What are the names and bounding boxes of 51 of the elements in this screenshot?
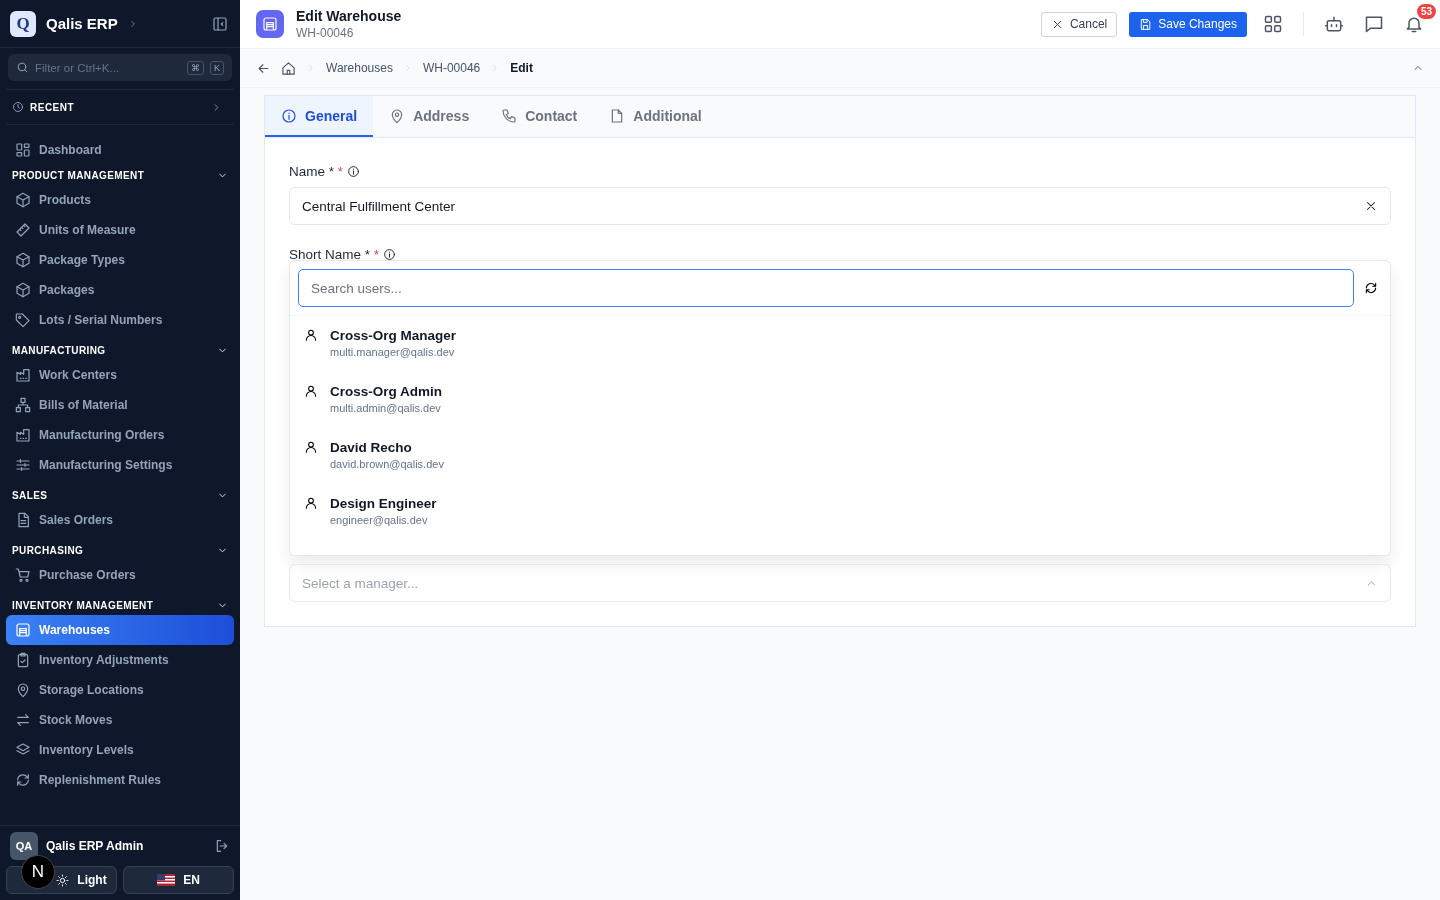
tab[interactable]: Contact [485,96,594,137]
language-button[interactable]: EN [123,866,234,894]
nav-item[interactable]: Lots / Serial Numbers [6,305,234,335]
field-label: Short Name * * [289,247,380,262]
tab[interactable]: Address [373,96,486,137]
name-field[interactable]: Central Fulfillment Center [289,187,1391,225]
nav-item[interactable]: Products [6,185,234,215]
search-field[interactable]: Search users... [298,269,1354,307]
app-name: Qalis ERP [46,15,118,32]
breadcrumb-link[interactable]: Warehouses [326,61,393,75]
user-option[interactable]: Cross-Org Admin multi.admin@qalis.dev [290,372,1390,428]
nav-item[interactable]: Replenishment Rules [6,765,234,795]
key-hint: ⌘ [187,60,204,75]
nav-item[interactable]: Purchase Orders [6,560,234,590]
tab[interactable]: Additional [593,96,718,137]
nav-item[interactable]: Stock Moves [6,705,234,735]
section-title: MANUFACTURING [12,344,106,356]
user-option[interactable]: David Recho david.brown@qalis.dev [290,428,1390,484]
recent-toggle[interactable]: RECENT [6,89,234,125]
breadcrumb-link[interactable]: WH-00046 [422,61,481,75]
nav-item[interactable]: Package Types [6,245,234,275]
section-title: INVENTORY MANAGEMENT [12,599,154,611]
nav-item[interactable]: Warehouses [6,615,234,645]
nav-item[interactable]: Inventory Adjustments [6,645,234,675]
breadcrumb-link[interactable]: Edit [510,61,533,75]
field-label: Name * * [289,164,344,179]
nav-item[interactable]: Manufacturing Settings [6,450,234,480]
nav-item[interactable]: Dashboard [6,135,234,165]
section-title: SALES [12,489,48,501]
nav-item[interactable]: Units of Measure [6,215,234,245]
tab[interactable]: General [265,96,374,137]
cancel-button[interactable]: Cancel [1040,11,1118,37]
notification-count: 53 [1416,4,1436,19]
nav-item[interactable]: Work Centers [6,360,234,390]
nav-item[interactable]: Packages [6,275,234,305]
filter-field[interactable]: Filter or Ctrl+K... ⌘ K [8,54,232,81]
nav-item[interactable]: Sales Orders [6,505,234,535]
nav-item[interactable]: Storage Locations [6,675,234,705]
key-hint: K [210,60,224,75]
nav-item[interactable]: Bills of Material [6,390,234,420]
app-logo: Q [10,10,36,37]
user-option[interactable]: Design Engineer engineer@qalis.dev [290,484,1390,540]
nav-item[interactable]: Inventory Levels [6,735,234,765]
save-button[interactable]: Save Changes [1129,11,1247,37]
page-title: Edit Warehouse [296,8,402,24]
section-title: PURCHASING [12,544,84,556]
user-name: Qalis ERP Admin [46,839,145,853]
page-subtitle: WH-00046 [296,26,355,40]
user-option[interactable]: Cross-Org Manager multi.manager@qalis.dev [290,316,1390,372]
section-title: PRODUCT MANAGEMENT [12,169,145,181]
nav-item[interactable]: Manufacturing Orders [6,420,234,450]
